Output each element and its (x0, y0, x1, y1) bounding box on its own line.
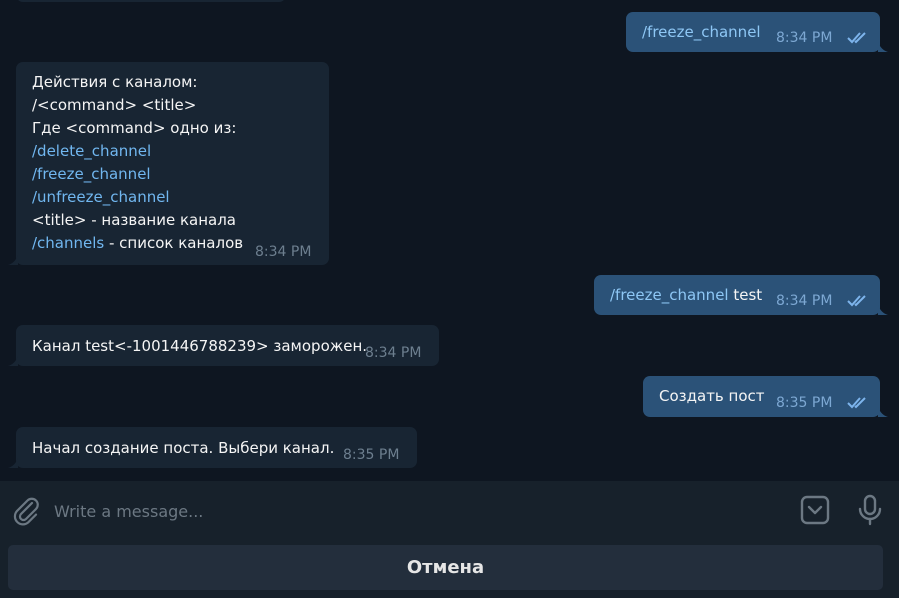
command-link[interactable]: /freeze_channel (610, 286, 729, 304)
sticker-icon[interactable] (799, 494, 831, 526)
command-link-freeze-channel[interactable]: /freeze_channel (32, 163, 313, 186)
bubble-tail (8, 255, 18, 265)
message-text: Начал создание поста. Выбери канал. (32, 439, 335, 457)
message-time: 8:35 PM (776, 395, 833, 411)
double-check-icon (847, 397, 866, 409)
message-line: Действия с каналом: (32, 73, 198, 91)
message-line: /<command> <title> (32, 96, 197, 114)
message-line: <title> - название канала (32, 211, 237, 229)
message-time: 8:35 PM (343, 447, 400, 463)
double-check-icon (847, 32, 866, 44)
command-link-delete-channel[interactable]: /delete_channel (32, 140, 313, 163)
bubble-tail (878, 42, 888, 52)
message-time: 8:34 PM (776, 293, 833, 309)
message-bubble-partial (16, 0, 286, 2)
message-time: 8:34 PM (776, 30, 833, 46)
attach-icon[interactable] (10, 494, 42, 526)
message-arg: test (728, 286, 763, 304)
bubble-tail (878, 407, 888, 417)
message-input[interactable] (52, 495, 776, 527)
chat-history: /freeze_channel 8:34 PM Действия с канал… (0, 0, 899, 480)
message-text: Канал test<-1001446788239> заморожен. (32, 337, 368, 355)
message-text: /freeze_channel test (610, 284, 762, 307)
message-in-post-creation: Начал создание поста. Выбери канал. 8:35… (8, 427, 417, 468)
message-composer (0, 481, 899, 539)
message-text: - список каналов (104, 234, 244, 252)
message-out-create-post: Создать пост 8:35 PM (643, 376, 888, 417)
command-link[interactable]: /freeze_channel (642, 21, 761, 44)
message-out-freeze-channel-test: /freeze_channel test 8:34 PM (594, 275, 888, 315)
bot-keyboard: Отмена (0, 539, 899, 598)
message-time: 8:34 PM (365, 345, 422, 361)
message-in-channel-actions: Действия с каналом: /<command> <title> Г… (8, 62, 329, 265)
message-in-channel-frozen: Канал test<-1001446788239> заморожен. 8:… (8, 325, 439, 366)
bubble-tail (8, 356, 18, 366)
message-time: 8:34 PM (255, 244, 312, 260)
message-text: Создать пост (659, 387, 765, 405)
command-link-unfreeze-channel[interactable]: /unfreeze_channel (32, 186, 313, 209)
message-out-freeze-channel: /freeze_channel 8:34 PM (626, 12, 888, 52)
message-line: Где <command> одно из: (32, 119, 237, 137)
command-link-channels[interactable]: /channels (32, 234, 104, 252)
microphone-icon[interactable] (854, 494, 886, 526)
bubble-tail (878, 305, 888, 315)
bubble-tail (8, 458, 18, 468)
double-check-icon (847, 295, 866, 307)
cancel-button[interactable]: Отмена (8, 545, 883, 590)
